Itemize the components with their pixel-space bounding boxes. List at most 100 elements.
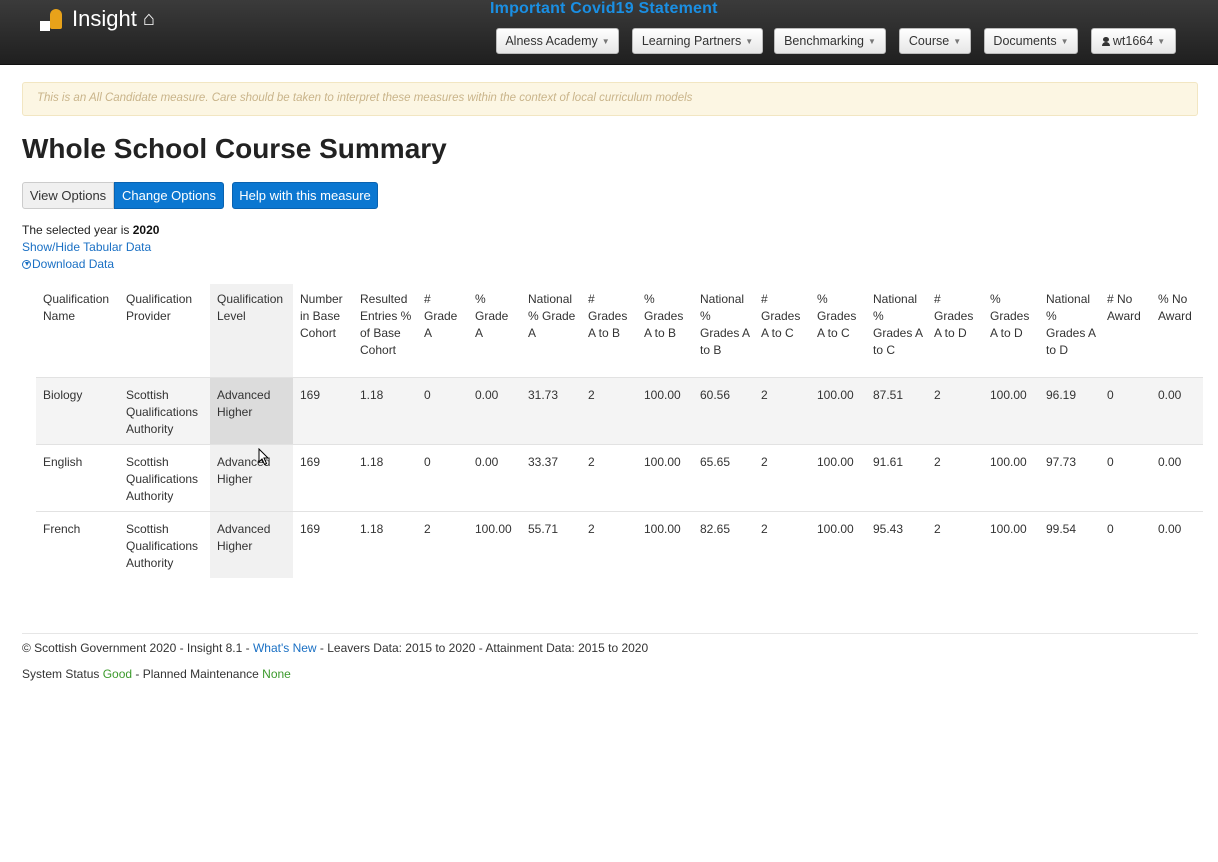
system-status: System Status Good - Planned Maintenance… — [22, 667, 291, 681]
table-cell: 0 — [417, 443, 468, 511]
table-cell: 65.65 — [693, 443, 754, 511]
column-header[interactable]: % No Award — [1151, 284, 1203, 377]
column-header[interactable]: National % Grade A — [521, 284, 581, 377]
column-header[interactable]: Resulted Entries % of Base Cohort — [353, 284, 417, 377]
column-header[interactable]: Qualification Level — [210, 284, 293, 377]
footer-copyright: © Scottish Government 2020 - Insight 8.1… — [22, 641, 253, 655]
nav-dropdown-documents[interactable]: Documents ▼ — [984, 28, 1078, 54]
table-cell: 100.00 — [810, 443, 866, 511]
table-cell: 0.00 — [468, 376, 521, 444]
table-cell: 2 — [927, 376, 983, 444]
covid-statement-link[interactable]: Important Covid19 Statement — [490, 0, 718, 18]
brand[interactable]: Insight ⌂ — [40, 6, 155, 32]
change-options-button[interactable]: Change Options — [114, 182, 224, 209]
selected-year-label: The selected year is — [22, 223, 130, 237]
table-cell: 55.71 — [521, 510, 581, 578]
table-cell: 2 — [927, 443, 983, 511]
column-header[interactable]: # No Award — [1100, 284, 1151, 377]
table-cell: Advanced Higher — [210, 510, 293, 578]
column-header[interactable]: # Grades A to B — [581, 284, 637, 377]
show-hide-tabular-link[interactable]: Show/Hide Tabular Data — [22, 240, 151, 254]
selected-year-value: 2020 — [132, 223, 160, 237]
footer-info: © Scottish Government 2020 - Insight 8.1… — [22, 641, 648, 655]
column-header[interactable]: Qualification Provider — [119, 284, 210, 377]
table-cell: 100.00 — [983, 510, 1039, 578]
nav-dropdown-label: Documents — [993, 34, 1057, 48]
table-cell: 0 — [417, 376, 468, 444]
table-cell: 31.73 — [521, 376, 581, 444]
table-cell: 33.37 — [521, 443, 581, 511]
nav-dropdown-user[interactable]: wt1664 ▼ — [1091, 28, 1176, 54]
table-cell: 2 — [581, 443, 637, 511]
table-row: French Scottish Qualifications Authority… — [36, 510, 1203, 578]
table-cell: 2 — [581, 376, 637, 444]
nav-dropdown-label: Learning Partners — [641, 34, 742, 48]
column-header[interactable]: % Grade A — [468, 284, 521, 377]
view-options-button[interactable]: View Options — [22, 182, 114, 209]
home-icon[interactable]: ⌂ — [143, 8, 155, 31]
column-header[interactable]: % Grades A to B — [637, 284, 693, 377]
table-header-row: Qualification Name Qualification Provide… — [36, 284, 1203, 377]
nav-dropdown-course[interactable]: Course ▼ — [899, 28, 971, 54]
column-header[interactable]: # Grade A — [417, 284, 468, 377]
table-cell: 95.43 — [866, 510, 927, 578]
table-cell: Advanced Higher — [210, 443, 293, 511]
table-cell: 0 — [1100, 443, 1151, 511]
table-cell: Scottish Qualifications Authority — [119, 510, 210, 578]
column-header[interactable]: # Grades A to C — [754, 284, 810, 377]
column-header[interactable]: National % Grades A to B — [693, 284, 754, 377]
status-value: Good — [102, 667, 133, 681]
table-cell: English — [36, 443, 119, 511]
table-cell: Biology — [36, 376, 119, 444]
table-cell: 2 — [754, 510, 810, 578]
footer-divider — [22, 633, 1198, 634]
status-label: System Status — [22, 667, 103, 681]
nav-dropdown-benchmarking[interactable]: Benchmarking ▼ — [774, 28, 886, 54]
download-data-link[interactable]: Download Data — [22, 257, 114, 271]
nav-dropdown-school[interactable]: Alness Academy ▼ — [496, 28, 619, 54]
column-header[interactable]: % Grades A to C — [810, 284, 866, 377]
table-cell: 100.00 — [637, 443, 693, 511]
page-title: Whole School Course Summary — [22, 133, 447, 164]
table-cell: 1.18 — [353, 376, 417, 444]
table-cell: 2 — [417, 510, 468, 578]
column-header[interactable]: National % Grades A to C — [866, 284, 927, 377]
table-cell: 2 — [754, 443, 810, 511]
top-navbar: Insight ⌂ Important Covid19 Statement Al… — [0, 0, 1218, 65]
table-cell: 99.54 — [1039, 510, 1100, 578]
column-header[interactable]: Qualification Name — [36, 284, 119, 377]
table-row: English Scottish Qualifications Authorit… — [36, 443, 1203, 511]
column-header[interactable]: National % Grades A to D — [1039, 284, 1100, 377]
nav-dropdown-label: Benchmarking — [784, 34, 864, 48]
table-cell: 2 — [581, 510, 637, 578]
table-cell: 100.00 — [810, 376, 866, 444]
insight-logo-icon — [40, 7, 66, 31]
table-cell: Scottish Qualifications Authority — [119, 443, 210, 511]
column-header[interactable]: # Grades A to D — [927, 284, 983, 377]
table-cell: 2 — [927, 510, 983, 578]
table-cell: French — [36, 510, 119, 578]
user-icon — [1101, 36, 1110, 46]
brand-title: Insight — [72, 6, 137, 31]
help-measure-button[interactable]: Help with this measure — [232, 182, 378, 209]
footer-data-info: - Leavers Data: 2015 to 2020 - Attainmen… — [316, 641, 649, 655]
table-cell: 82.65 — [693, 510, 754, 578]
nav-dropdown-learning-partners[interactable]: Learning Partners ▼ — [632, 28, 763, 54]
column-header[interactable]: % Grades A to D — [983, 284, 1039, 377]
table-cell: 1.18 — [353, 510, 417, 578]
table-cell: 0.00 — [1151, 510, 1203, 578]
table-cell: 100.00 — [810, 510, 866, 578]
column-header[interactable]: Number in Base Cohort — [293, 284, 353, 377]
table-cell: 87.51 — [866, 376, 927, 444]
table-cell: 169 — [293, 443, 353, 511]
nav-dropdown-label: Alness Academy — [505, 34, 598, 48]
table-cell: 1.18 — [353, 443, 417, 511]
measure-warning: This is an All Candidate measure. Care s… — [22, 82, 1198, 116]
table-cell: 97.73 — [1039, 443, 1100, 511]
course-summary-table: Qualification Name Qualification Provide… — [36, 284, 1203, 578]
table-cell: Advanced Higher — [210, 376, 293, 444]
table-cell: 91.61 — [866, 443, 927, 511]
caret-down-icon: ▼ — [953, 36, 962, 46]
table-cell: 0 — [1100, 510, 1151, 578]
whats-new-link[interactable]: What's New — [253, 641, 317, 655]
